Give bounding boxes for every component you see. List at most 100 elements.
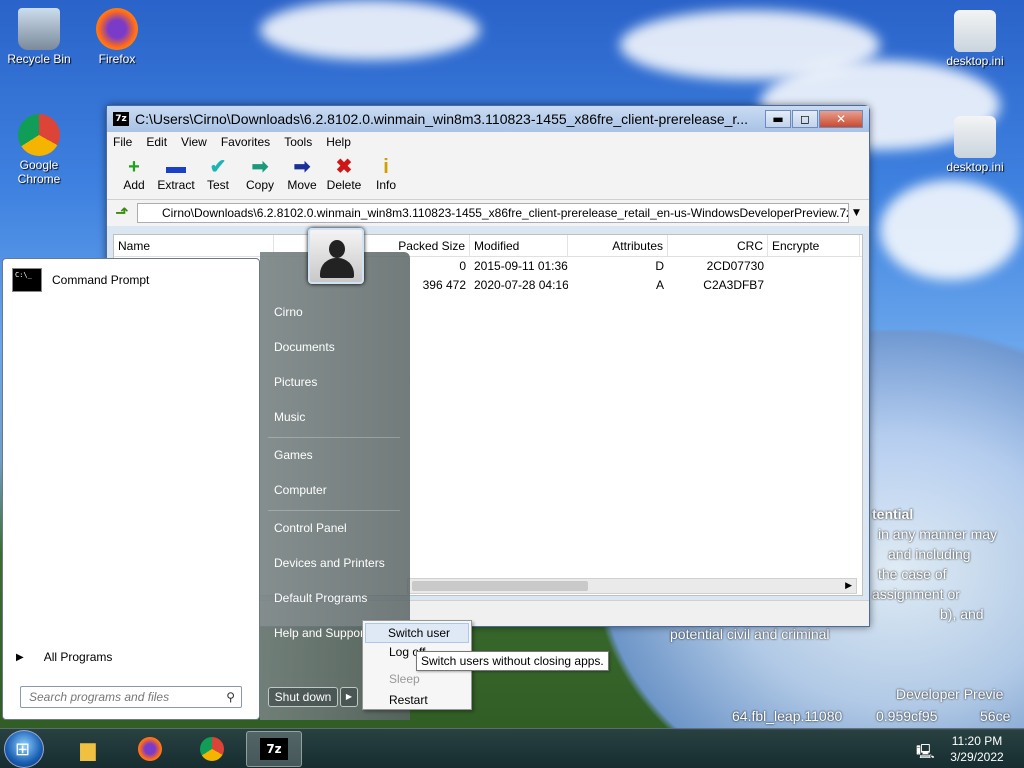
desktop-icon-chrome[interactable]: Google Chrome	[4, 114, 74, 186]
column-header-modified[interactable]: Modified	[470, 235, 568, 256]
extract-button[interactable]: ▬ Extract	[155, 152, 197, 199]
desktop-icon-label: desktop.ini	[946, 160, 1004, 174]
wallpaper-text: 64.fbl_leap.11080	[732, 708, 843, 724]
maximize-button[interactable]: ◻	[792, 110, 818, 128]
crc-cell: 2CD07730	[706, 259, 764, 273]
start-item-pictures[interactable]: Pictures	[274, 375, 317, 389]
taskbar: ⊞ ▆ 7z 🖳 11:20 PM 3/29/2022	[0, 728, 1024, 768]
scrollbar-thumb[interactable]	[412, 581, 588, 591]
horizontal-scrollbar[interactable]: ▶	[407, 578, 857, 594]
user-body-icon	[320, 258, 354, 278]
crc-cell: C2A3DFB7	[703, 278, 764, 292]
plus-icon: +	[128, 156, 140, 178]
arrow-right-icon: ➡	[293, 156, 311, 178]
attributes-cell: A	[655, 278, 664, 292]
window-titlebar[interactable]: 7z C:\Users\Cirno\Downloads\6.2.8102.0.w…	[107, 106, 869, 132]
start-item-music[interactable]: Music	[274, 410, 305, 424]
minus-icon: ▬	[166, 156, 186, 178]
attributes-cell: D	[655, 259, 664, 273]
7zip-icon: 7z	[260, 738, 288, 760]
shutdown-button[interactable]: Shut down	[268, 687, 338, 707]
address-bar: ⬏ Cirno\Downloads\6.2.8102.0.winmain_win…	[107, 200, 869, 226]
taskbar-chrome[interactable]	[184, 731, 240, 767]
move-button[interactable]: ➡ Move	[281, 152, 323, 199]
minimize-button[interactable]: ▬	[765, 110, 791, 128]
menu-help[interactable]: Help	[326, 135, 351, 149]
network-icon[interactable]: 🖳	[916, 741, 935, 765]
start-item-computer[interactable]: Computer	[274, 483, 327, 497]
desktop-icon-label: Firefox	[98, 52, 136, 66]
start-item-documents[interactable]: Documents	[274, 340, 335, 354]
copy-button[interactable]: ➡ Copy	[239, 152, 281, 199]
checkmark-icon: ✔	[209, 156, 227, 178]
scroll-right-icon[interactable]: ▶	[845, 579, 852, 593]
firefox-icon	[96, 8, 138, 50]
start-item-help-support[interactable]: Help and Support	[274, 626, 367, 640]
chevron-down-icon[interactable]: ▼	[853, 208, 865, 218]
divider	[268, 437, 400, 438]
chrome-icon	[200, 737, 224, 761]
taskbar-explorer[interactable]: ▆	[60, 731, 116, 767]
wallpaper-text: tential	[872, 506, 914, 522]
close-button[interactable]: ✕	[819, 110, 863, 128]
desktop-icon-recycle-bin[interactable]: Recycle Bin	[4, 8, 74, 66]
file-list-header: Name Size Packed Size Modified Attribute…	[114, 235, 862, 257]
start-item-devices-printers[interactable]: Devices and Printers	[274, 556, 385, 570]
start-item-games[interactable]: Games	[274, 448, 313, 462]
info-button[interactable]: i Info	[365, 152, 407, 199]
start-item-control-panel[interactable]: Control Panel	[274, 521, 347, 535]
recycle-bin-icon	[18, 8, 60, 50]
firefox-icon	[138, 737, 162, 761]
toolbar-label: Move	[287, 178, 317, 192]
toolbar-label: Add	[123, 178, 145, 192]
start-button[interactable]: ⊞	[4, 730, 44, 768]
desktop-icon-desktop-ini[interactable]: desktop.ini	[940, 116, 1010, 174]
up-folder-icon[interactable]: ⬏	[111, 203, 133, 223]
wallpaper-text: in any manner may	[878, 526, 998, 542]
menu-item-restart[interactable]: Restart	[389, 693, 428, 707]
cloud	[260, 0, 480, 60]
desktop-icon-firefox[interactable]: Firefox	[82, 8, 152, 66]
desktop-icon-label: Recycle Bin	[7, 52, 71, 66]
info-icon: i	[383, 156, 389, 178]
search-placeholder: Search programs and files	[29, 690, 170, 704]
address-input[interactable]: Cirno\Downloads\6.2.8102.0.winmain_win8m…	[137, 203, 849, 223]
command-prompt-icon: C:\_	[12, 268, 42, 292]
column-header-encrypted[interactable]: Encrypte	[768, 235, 860, 256]
toolbar-label: Extract	[157, 178, 195, 192]
desktop-icon-desktop-ini[interactable]: desktop.ini	[940, 10, 1010, 68]
pinned-command-prompt[interactable]: C:\_ Command Prompt	[12, 268, 149, 292]
wallpaper-text: and including	[888, 546, 971, 562]
start-item-default-programs[interactable]: Default Programs	[274, 591, 367, 605]
delete-x-icon: ✖	[335, 156, 353, 178]
column-header-attributes[interactable]: Attributes	[568, 235, 668, 256]
menu-edit[interactable]: Edit	[146, 135, 167, 149]
menu-tools[interactable]: Tools	[284, 135, 312, 149]
delete-button[interactable]: ✖ Delete	[323, 152, 365, 199]
start-item-user[interactable]: Cirno	[274, 305, 303, 319]
all-programs[interactable]: ▶ All Programs	[16, 650, 112, 664]
settings-file-icon	[954, 116, 996, 158]
column-header-name[interactable]: Name	[114, 235, 274, 256]
search-input[interactable]: Search programs and files ⚲	[20, 686, 242, 708]
user-avatar[interactable]	[308, 228, 364, 284]
menu-item-switch-user[interactable]: Switch user	[365, 623, 469, 643]
taskbar-firefox[interactable]	[122, 731, 178, 767]
add-button[interactable]: + Add	[113, 152, 155, 199]
clock[interactable]: 11:20 PM 3/29/2022	[944, 733, 1010, 765]
pinned-label: Command Prompt	[52, 273, 150, 287]
folder-icon: ▆	[80, 737, 96, 761]
menu-favorites[interactable]: Favorites	[221, 135, 270, 149]
toolbar-label: Delete	[326, 178, 362, 192]
wallpaper-text: Developer Previe	[896, 686, 1004, 702]
column-header-crc[interactable]: CRC	[668, 235, 768, 256]
menu-view[interactable]: View	[181, 135, 207, 149]
menu-item-sleep[interactable]: Sleep	[389, 672, 420, 686]
arrow-right-icon: ▶	[16, 651, 24, 663]
test-button[interactable]: ✔ Test	[197, 152, 239, 199]
wallpaper-text: b), and	[940, 606, 984, 622]
toolbar-label: Info	[375, 178, 396, 192]
shutdown-options-arrow[interactable]: ▶	[340, 687, 358, 707]
taskbar-7zip[interactable]: 7z	[246, 731, 302, 767]
menu-file[interactable]: File	[113, 135, 132, 149]
